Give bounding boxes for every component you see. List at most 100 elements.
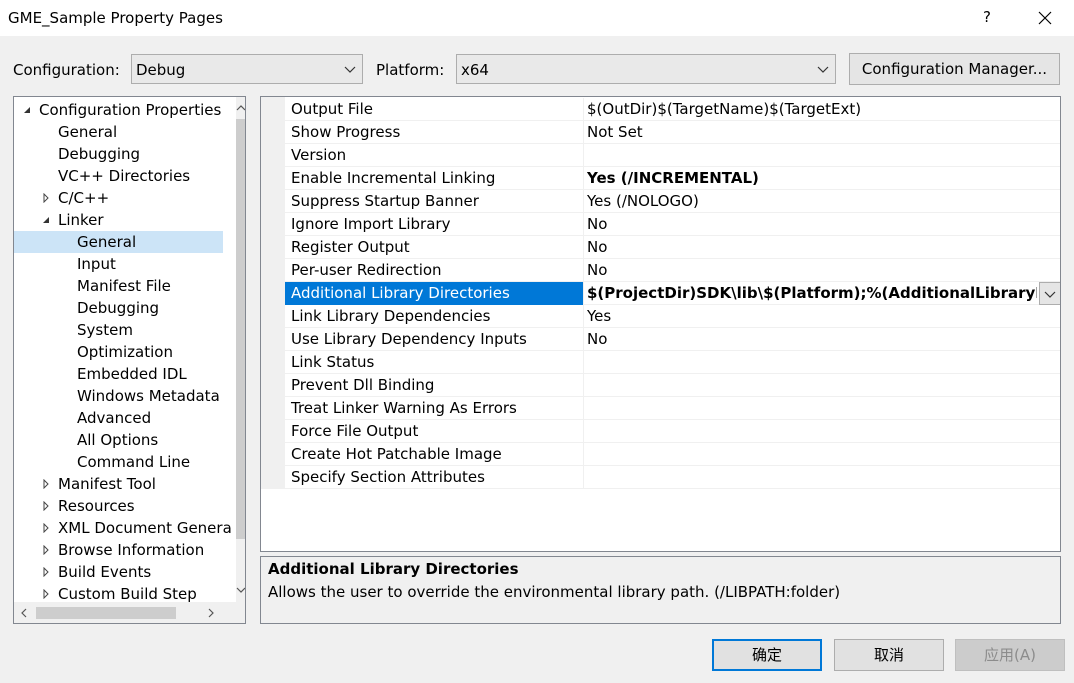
platform-dropdown[interactable]: x64 [456,54,836,84]
column-divider [583,466,584,489]
tree-item[interactable]: All Options [14,429,223,451]
property-row[interactable]: Treat Linker Warning As Errors [285,397,1060,420]
collapsed-triangle-icon[interactable] [41,501,51,511]
tree-item[interactable]: Manifest Tool [14,473,223,495]
tree-item-label: C/C++ [58,189,110,207]
column-divider [583,374,584,397]
column-divider [583,167,584,190]
expanded-triangle-icon[interactable] [22,105,32,115]
property-row[interactable]: Version [285,144,1060,167]
tree-item[interactable]: Embedded IDL [14,363,223,385]
tree-item[interactable]: C/C++ [14,187,223,209]
property-row[interactable]: Use Library Dependency Inputs No [285,328,1060,351]
property-row[interactable]: Suppress Startup Banner Yes (/NOLOGO) [285,190,1060,213]
tree-vertical-scrollbar[interactable] [236,97,246,603]
collapsed-triangle-icon[interactable] [41,545,51,555]
configuration-manager-button[interactable]: Configuration Manager... [849,53,1060,85]
tree-item[interactable]: General [14,231,223,253]
property-value[interactable]: No [587,215,1037,233]
tree-item[interactable]: System [14,319,223,341]
chevron-down-icon [1044,291,1056,298]
property-row[interactable]: Link Status [285,351,1060,374]
tree-item[interactable]: Linker [14,209,223,231]
column-divider [583,213,584,236]
property-value[interactable]: $(OutDir)$(TargetName)$(TargetExt) [587,100,1037,118]
property-row[interactable]: Prevent Dll Binding [285,374,1060,397]
tree-item-label: General [58,123,118,141]
property-value[interactable]: No [587,330,1037,348]
apply-button[interactable]: 应用(A) [955,639,1065,671]
property-value[interactable]: No [587,261,1037,279]
property-value[interactable]: Yes [587,307,1037,325]
property-value[interactable]: Not Set [587,123,1037,141]
property-value[interactable]: Yes (/INCREMENTAL) [587,169,1037,187]
property-row[interactable]: Register Output No [285,236,1060,259]
tree-item[interactable]: Manifest File [14,275,223,297]
property-row[interactable]: Link Library Dependencies Yes [285,305,1060,328]
property-row[interactable]: Specify Section Attributes [285,466,1060,489]
property-row[interactable]: Ignore Import Library No [285,213,1060,236]
tree-item[interactable]: Optimization [14,341,223,363]
tree-item[interactable]: Command Line [14,451,223,473]
tree-item[interactable]: Resources [14,495,223,517]
tree-item-label: Input [77,255,116,273]
property-grid[interactable]: Output File $(OutDir)$(TargetName)$(Targe… [260,96,1061,552]
tree-horizontal-scrollbar[interactable] [14,602,245,623]
chevron-right-icon[interactable] [206,608,216,618]
collapsed-triangle-icon[interactable] [41,479,51,489]
platform-value: x64 [461,61,489,79]
configuration-dropdown[interactable]: Debug [131,54,363,84]
property-tree[interactable]: Configuration Properties General Debugging… [13,96,246,624]
chevron-down-icon[interactable] [236,585,246,595]
property-row[interactable]: Create Hot Patchable Image [285,443,1060,466]
description-title: Additional Library Directories [268,560,519,578]
property-row[interactable]: Show Progress Not Set [285,121,1060,144]
property-value[interactable]: $(ProjectDir)SDK\lib\$(Platform);%(Addit… [587,284,1037,302]
tree-item[interactable]: Browse Information [14,539,223,561]
column-divider [583,420,584,443]
tree-item-label: Debugging [58,145,141,163]
collapsed-triangle-icon[interactable] [41,523,51,533]
description-panel: Additional Library Directories Allows th… [260,556,1061,624]
description-text: Allows the user to override the environm… [268,583,841,601]
ok-button[interactable]: 确定 [712,639,822,671]
property-row[interactable]: Output File $(OutDir)$(TargetName)$(Targe… [285,98,1060,121]
tree-item[interactable]: Debugging [14,297,223,319]
tree-item-label: Build Events [58,563,152,581]
collapsed-triangle-icon[interactable] [41,567,51,577]
collapsed-triangle-icon[interactable] [41,589,51,599]
property-name: Output File [291,100,373,118]
close-button[interactable] [1028,3,1062,33]
chevron-up-icon[interactable] [236,103,246,113]
tree-item-label: All Options [77,431,159,449]
tree-vertical-scroll-thumb[interactable] [236,119,245,539]
tree-item[interactable]: Advanced [14,407,223,429]
expanded-triangle-icon[interactable] [41,215,51,225]
tree-item[interactable]: VC++ Directories [14,165,223,187]
property-row[interactable]: Additional Library Directories $(ProjectD… [285,282,1060,305]
column-divider [583,144,584,167]
property-row[interactable]: Force File Output [285,420,1060,443]
property-row[interactable]: Per-user Redirection No [285,259,1060,282]
tree-item[interactable]: XML Document Genera [14,517,232,539]
title-bar: GME_Sample Property Pages ? [0,0,1074,36]
tree-item[interactable]: Debugging [14,143,223,165]
value-dropdown-button[interactable] [1039,282,1060,305]
grid-gutter [261,97,285,489]
property-value[interactable]: Yes (/NOLOGO) [587,192,1037,210]
tree-item-label: System [77,321,133,339]
chevron-left-icon[interactable] [19,608,29,618]
tree-item[interactable]: Build Events [14,561,223,583]
property-value[interactable]: No [587,238,1037,256]
tree-item-label: Linker [58,211,104,229]
tree-item[interactable]: Windows Metadata [14,385,223,407]
tree-item[interactable]: Configuration Properties [14,99,223,121]
column-divider [583,305,584,328]
tree-horizontal-scroll-thumb[interactable] [36,607,176,619]
cancel-button[interactable]: 取消 [834,639,944,671]
tree-item[interactable]: Input [14,253,223,275]
property-row[interactable]: Enable Incremental Linking Yes (/INCREMEN… [285,167,1060,190]
tree-item[interactable]: General [14,121,223,143]
collapsed-triangle-icon[interactable] [41,193,51,203]
help-button[interactable]: ? [978,8,996,28]
